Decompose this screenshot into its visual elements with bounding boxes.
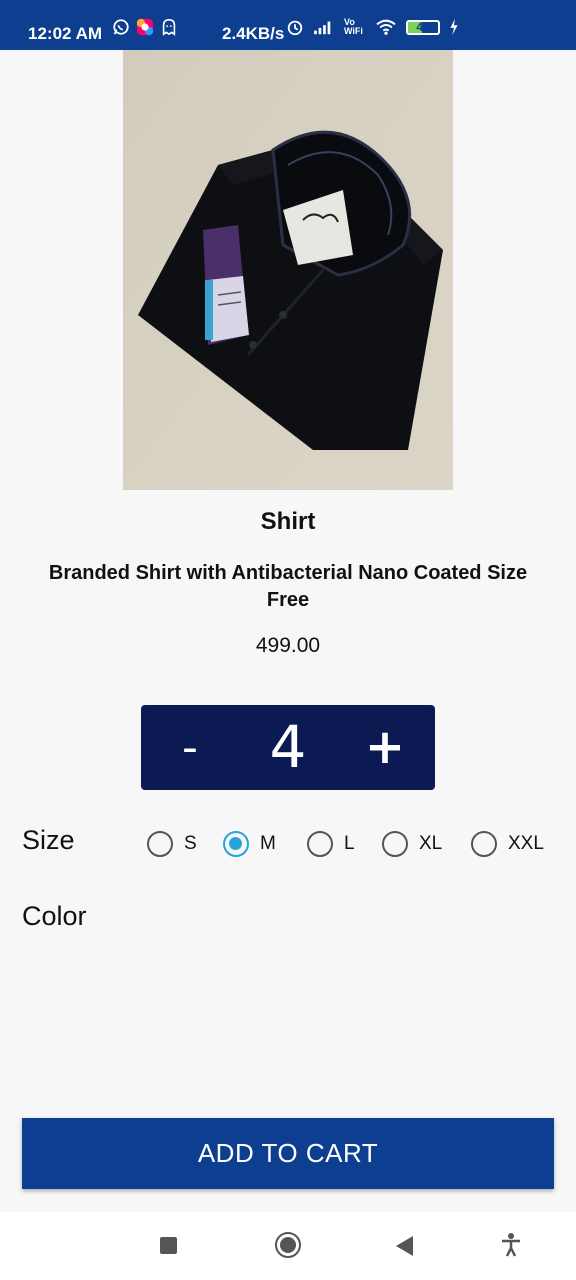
size-option-l[interactable]: L [307, 828, 355, 860]
color-label: Color [22, 901, 87, 931]
product-image [123, 50, 453, 490]
product-description: Branded Shirt with Antibacterial Nano Co… [48, 562, 528, 611]
size-option-label: L [344, 833, 355, 854]
status-time: 12:02 AM [28, 24, 103, 43]
recents-icon[interactable] [160, 1237, 177, 1254]
size-label: Size [22, 825, 75, 855]
size-option-label: XL [419, 833, 443, 854]
radio-button-m[interactable] [223, 831, 249, 857]
radio-button-xxl[interactable] [471, 831, 497, 857]
radio-button-l[interactable] [307, 831, 333, 857]
ghost-icon [162, 18, 176, 36]
home-icon[interactable] [275, 1232, 301, 1258]
decrease-quantity-button[interactable]: - [165, 705, 215, 790]
size-option-s[interactable]: S [147, 828, 197, 860]
vowifi-icon: Vo WiFi [344, 17, 363, 36]
accessibility-icon[interactable] [500, 1232, 522, 1258]
alarm-icon [287, 20, 303, 36]
status-bar: 12:02 AM 2.4KB/s Vo WiFi 47 [0, 0, 576, 50]
quantity-value: 4 [269, 713, 307, 781]
size-option-xl[interactable]: XL [382, 828, 442, 860]
back-icon[interactable] [396, 1236, 413, 1256]
increase-quantity-button[interactable]: + [359, 705, 411, 790]
wifi-icon [376, 19, 396, 35]
size-option-label: XXL [508, 833, 544, 854]
charging-icon [450, 18, 458, 36]
status-notification-icons [112, 18, 178, 36]
size-option-label: M [260, 833, 276, 854]
product-name: Shirt [260, 508, 316, 535]
shirt-photo [123, 50, 453, 490]
radio-button-xl[interactable] [382, 831, 408, 857]
signal-icon [314, 21, 331, 35]
size-option-m[interactable]: M [223, 828, 276, 860]
add-to-cart-button[interactable]: ADD TO CART [22, 1118, 554, 1189]
size-option-xxl[interactable]: XXL [471, 828, 544, 860]
quantity-stepper: - 4 + [141, 705, 435, 790]
system-navigation-bar [0, 1212, 576, 1280]
network-speed: 2.4KB/s [222, 24, 285, 43]
size-option-label: S [184, 833, 197, 854]
product-price: 499.00 [255, 634, 321, 657]
app-icon [136, 18, 154, 36]
size-radio-group: S M L XL XXL [147, 828, 567, 860]
battery-icon: 47 [406, 19, 440, 35]
status-system-icons: Vo WiFi 47 [286, 18, 460, 36]
radio-button-s[interactable] [147, 831, 173, 857]
whatsapp-icon [113, 19, 129, 35]
battery-level: 47 [416, 20, 430, 34]
